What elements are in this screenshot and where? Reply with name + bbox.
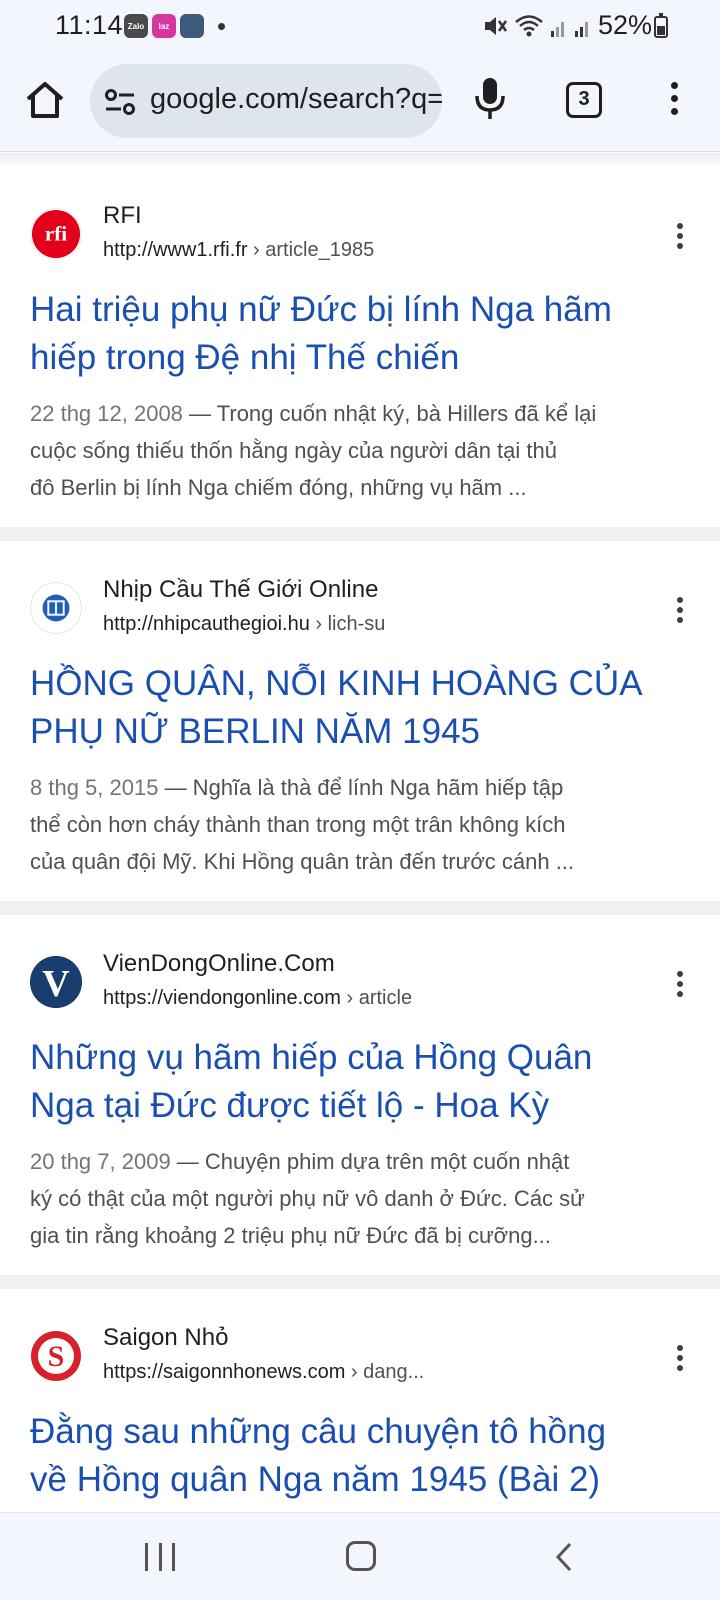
url-path: › dang... [345, 1361, 425, 1383]
snippet-line: ký có thật của một người phụ nữ vô danh … [30, 1186, 585, 1211]
recent-apps-icon[interactable] [145, 1543, 175, 1571]
system-nav-bar [0, 1512, 720, 1600]
url-path: › article [340, 987, 413, 1009]
tab-switcher-button[interactable]: 3 [566, 82, 602, 118]
result-date: 8 thg 5, 2015 [30, 775, 159, 800]
search-result: V VienDongOnline.Com https://viendongonl… [0, 915, 720, 1275]
svg-text:S: S [48, 1340, 65, 1373]
site-settings-icon[interactable] [104, 88, 136, 116]
title-line[interactable]: PHỤ NỮ BERLIN NĂM 1945 [30, 708, 690, 756]
site-name: RFI [103, 202, 142, 229]
game-app-icon [180, 14, 204, 38]
home-nav-icon[interactable] [346, 1541, 376, 1571]
mute-icon [484, 16, 507, 35]
result-snippet: 20 thg 7, 2009 — Chuyện phim dựa trên mộ… [30, 1143, 695, 1254]
result-snippet: 8 thg 5, 2015 — Nghĩa là thà để lính Nga… [30, 769, 695, 880]
result-date: 20 thg 7, 2009 [30, 1149, 171, 1174]
status-bar: 11:14 Zalo laz 52% [0, 0, 720, 52]
url-domain: https://viendongonline.com [103, 987, 341, 1009]
battery-icon [654, 13, 668, 38]
result-title-link[interactable]: HỒNG QUÂN, NỖI KINH HOÀNG CỦA PHỤ NỮ BER… [30, 660, 690, 756]
url-domain: https://saigonnhonews.com [103, 1361, 346, 1383]
rfi-logo-icon: rfi [30, 208, 82, 260]
home-icon[interactable] [22, 77, 68, 123]
snippet-line: thể còn hơn cháy thành than trong một tr… [30, 812, 566, 837]
svg-text:rfi: rfi [45, 222, 67, 246]
site-name: Saigon Nhỏ [103, 1324, 229, 1351]
result-title-link[interactable]: Đằng sau những câu chuyện tô hồng về Hồn… [30, 1408, 690, 1504]
url-path: › lich-su [309, 613, 386, 635]
battery-percent: 52% [597, 10, 652, 40]
result-title-link[interactable]: Những vụ hãm hiếp của Hồng Quân Nga tại … [30, 1034, 690, 1130]
back-icon[interactable] [552, 1541, 576, 1573]
search-result: Nhịp Cầu Thế Giới Online http://nhipcaut… [0, 541, 720, 901]
saigonnho-logo-icon: S [30, 1330, 82, 1382]
snippet-line: 22 thg 12, 2008 — Trong cuốn nhật ký, bà… [30, 401, 597, 426]
url-text[interactable]: google.com/search?q= [150, 83, 442, 116]
notification-icons: Zalo laz [124, 14, 225, 38]
result-divider [0, 527, 720, 541]
svg-text:V: V [42, 963, 70, 1005]
result-menu-icon[interactable] [672, 1345, 688, 1375]
viendong-logo-icon: V [30, 956, 82, 1008]
snippet-line: đô Berlin bị lính Nga chiếm đóng, những … [30, 475, 527, 500]
site-url: http://nhipcauthegioi.hu › lich-su [103, 613, 385, 636]
url-domain: http://nhipcauthegioi.hu [103, 613, 310, 635]
title-line[interactable]: hiếp trong Đệ nhị Thế chiến [30, 334, 690, 382]
snippet-line: 20 thg 7, 2009 — Chuyện phim dựa trên mộ… [30, 1149, 570, 1174]
browser-toolbar: google.com/search?q= 3 [0, 52, 720, 152]
site-name: VienDongOnline.Com [103, 950, 335, 977]
voice-search-icon[interactable] [470, 75, 510, 121]
result-menu-icon[interactable] [672, 223, 688, 253]
result-divider [0, 901, 720, 915]
result-title-link[interactable]: Hai triệu phụ nữ Đức bị lính Nga hãm hiế… [30, 286, 690, 382]
address-bar[interactable]: google.com/search?q= [90, 64, 442, 138]
search-result: S Saigon Nhỏ https://saigonnhonews.com ›… [0, 1289, 720, 1512]
site-url: http://www1.rfi.fr › article_1985 [103, 239, 374, 262]
title-line[interactable]: Đằng sau những câu chuyện tô hồng [30, 1408, 690, 1456]
zalo-icon: Zalo [124, 14, 148, 38]
signal-icon-2 [574, 21, 588, 37]
lazada-icon: laz [152, 14, 176, 38]
result-divider [0, 1275, 720, 1289]
results-top-edge [0, 153, 720, 167]
status-time: 11:14 [55, 10, 124, 40]
site-url: https://viendongonline.com › article [103, 987, 412, 1010]
result-menu-icon[interactable] [672, 597, 688, 627]
more-notifications-dot [218, 22, 225, 30]
snippet-line: gia tin rằng khoảng 2 triệu phụ nữ Đức đ… [30, 1223, 551, 1248]
title-line[interactable]: Những vụ hãm hiếp của Hồng Quân [30, 1034, 690, 1082]
signal-icon-1 [550, 21, 564, 37]
result-date: 22 thg 12, 2008 [30, 401, 183, 426]
nhipcau-logo-icon [30, 582, 82, 634]
title-line[interactable]: về Hồng quân Nga năm 1945 (Bài 2) [30, 1456, 690, 1504]
result-snippet: 22 thg 12, 2008 — Trong cuốn nhật ký, bà… [30, 395, 695, 506]
title-line[interactable]: HỒNG QUÂN, NỖI KINH HOÀNG CỦA [30, 660, 690, 708]
title-line[interactable]: Hai triệu phụ nữ Đức bị lính Nga hãm [30, 286, 690, 334]
title-line[interactable]: Nga tại Đức được tiết lộ - Hoa Kỳ [30, 1082, 690, 1130]
status-indicators: 52% [482, 10, 652, 41]
snippet-line: cuộc sống thiếu thốn hằng ngày của người… [30, 438, 557, 463]
wifi-icon [515, 14, 543, 36]
snippet-line: của quân đội Mỹ. Khi Hồng quân tràn đến … [30, 849, 575, 874]
more-options-icon[interactable] [662, 82, 686, 122]
url-path: › article_1985 [247, 239, 375, 261]
snippet-line: 8 thg 5, 2015 — Nghĩa là thà để lính Nga… [30, 775, 564, 800]
result-menu-icon[interactable] [672, 971, 688, 1001]
url-domain: http://www1.rfi.fr [103, 239, 248, 261]
site-name: Nhịp Cầu Thế Giới Online [103, 576, 379, 603]
search-result: rfi RFI http://www1.rfi.fr › article_198… [0, 167, 720, 527]
site-url: https://saigonnhonews.com › dang... [103, 1361, 424, 1384]
